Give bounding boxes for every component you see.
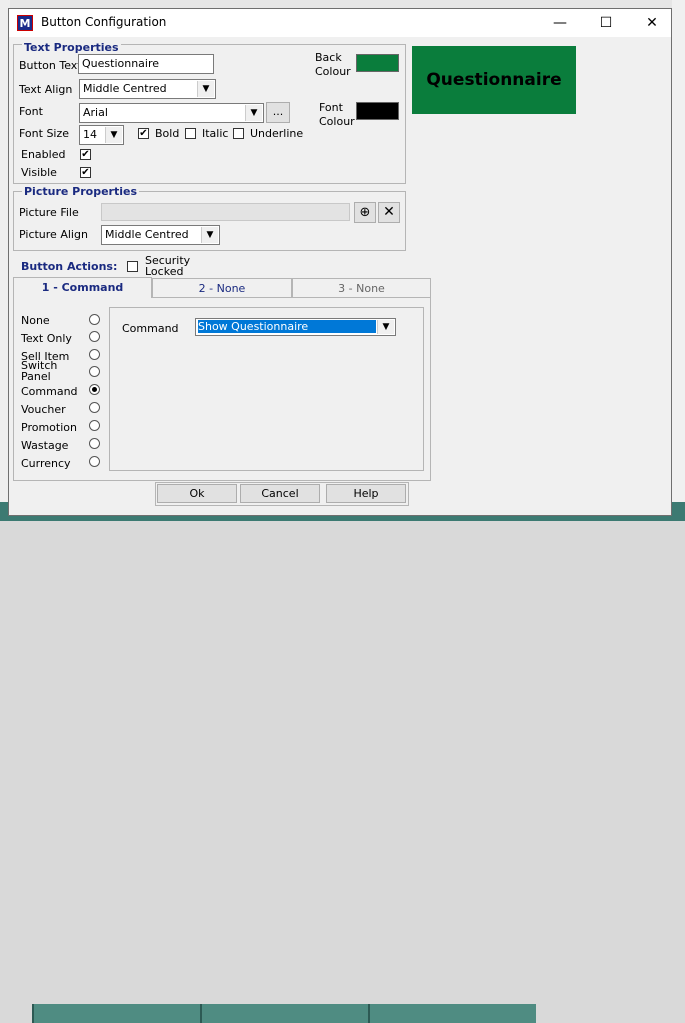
app-icon: M xyxy=(17,15,33,31)
underline-checkbox[interactable] xyxy=(233,128,244,139)
picture-properties-title: Picture Properties xyxy=(22,185,139,198)
font-size-label: Font Size xyxy=(19,127,70,140)
option-voucher-radio[interactable] xyxy=(89,402,100,413)
window-title: Button Configuration xyxy=(41,15,167,29)
chevron-down-icon: ▼ xyxy=(197,81,214,97)
security-locked-checkbox[interactable] xyxy=(127,261,138,272)
picture-file-label: Picture File xyxy=(19,206,79,219)
title-bar: M Button Configuration — ☐ ✕ xyxy=(9,9,671,37)
chevron-down-icon: ▼ xyxy=(377,320,394,334)
back-colour-swatch[interactable] xyxy=(356,54,399,72)
bold-checkbox[interactable]: ✔ xyxy=(138,128,149,139)
font-colour-label: Font Colour xyxy=(319,101,355,129)
option-sell-item-radio[interactable] xyxy=(89,349,100,360)
option-text-only-label: Text Only xyxy=(21,332,72,345)
option-wastage-radio[interactable] xyxy=(89,438,100,449)
chevron-down-icon: ▼ xyxy=(245,105,262,121)
visible-label: Visible xyxy=(21,166,57,179)
button-text-input[interactable]: Questionnaire xyxy=(78,54,214,74)
maximize-button[interactable]: ☐ xyxy=(583,9,629,37)
option-switch-panel-radio[interactable] xyxy=(89,366,100,377)
option-none-radio[interactable] xyxy=(89,314,100,325)
chevron-down-icon: ▼ xyxy=(105,127,122,143)
text-align-select[interactable]: Middle Centred ▼ xyxy=(79,79,216,99)
font-colour-label-line2: Colour xyxy=(319,115,355,128)
button-preview: Questionnaire xyxy=(412,46,576,114)
font-browse-button[interactable]: ... xyxy=(266,102,290,123)
enabled-label: Enabled xyxy=(21,148,66,161)
tab-3-none[interactable]: 3 - None xyxy=(292,278,431,298)
option-wastage-label: Wastage xyxy=(21,439,69,452)
picture-align-label: Picture Align xyxy=(19,228,88,241)
button-actions-label: Button Actions: xyxy=(21,260,118,273)
command-panel: Command Show Questionnaire ▼ xyxy=(109,307,424,471)
option-none-label: None xyxy=(21,314,50,327)
underline-label: Underline xyxy=(250,127,304,140)
back-colour-label-line2: Colour xyxy=(315,65,351,78)
chevron-down-icon: ▼ xyxy=(201,227,218,243)
browse-picture-button[interactable]: ⊕ xyxy=(354,202,376,223)
binoculars-icon: ⊕ xyxy=(359,205,371,220)
tab-1-command[interactable]: 1 - Command xyxy=(13,277,152,298)
background-tile-day-pass xyxy=(32,1004,200,1023)
bold-label: Bold xyxy=(155,127,180,140)
security-locked-label-line2: Locked xyxy=(145,265,184,278)
font-select[interactable]: Arial ▼ xyxy=(79,103,264,123)
close-icon: ✕ xyxy=(383,204,395,220)
back-colour-label-line1: Back xyxy=(315,51,342,64)
background-app-right-edge xyxy=(672,0,685,521)
picture-align-value: Middle Centred xyxy=(105,228,189,241)
font-value: Arial xyxy=(83,106,108,119)
action-type-options: None Text Only Sell Item Switch Panel Co… xyxy=(19,307,104,477)
font-colour-swatch[interactable] xyxy=(356,102,399,120)
option-command-label: Command xyxy=(21,385,78,398)
option-text-only-radio[interactable] xyxy=(89,331,100,342)
close-button[interactable]: ✕ xyxy=(629,9,675,37)
option-promotion-label: Promotion xyxy=(21,421,77,434)
italic-label: Italic xyxy=(202,127,229,140)
help-button[interactable]: Help xyxy=(326,484,406,503)
button-configuration-dialog: M Button Configuration — ☐ ✕ Text Proper… xyxy=(8,8,672,516)
security-locked-label: Security Locked xyxy=(145,255,190,277)
font-colour-label-line1: Font xyxy=(319,101,343,114)
picture-file-input[interactable] xyxy=(101,203,350,221)
ok-button[interactable]: Ok xyxy=(157,484,237,503)
background-tile-year-pass xyxy=(368,1004,536,1023)
back-colour-label: Back Colour xyxy=(315,51,351,79)
command-label: Command xyxy=(122,322,179,335)
option-switch-panel-label: Switch Panel xyxy=(21,359,58,383)
option-promotion-radio[interactable] xyxy=(89,420,100,431)
enabled-checkbox[interactable]: ✔ xyxy=(80,149,91,160)
minimize-button[interactable]: — xyxy=(537,9,583,37)
option-command-radio[interactable] xyxy=(89,384,100,395)
text-properties-title: Text Properties xyxy=(22,41,121,54)
option-voucher-label: Voucher xyxy=(21,403,66,416)
background-tile-month-pass xyxy=(200,1004,368,1023)
font-size-value: 14 xyxy=(83,128,97,141)
italic-checkbox[interactable] xyxy=(185,128,196,139)
text-align-value: Middle Centred xyxy=(83,82,167,95)
button-text-label: Button Text xyxy=(19,59,82,72)
clear-picture-button[interactable]: ✕ xyxy=(378,202,400,223)
command-value: Show Questionnaire xyxy=(198,320,376,333)
command-select[interactable]: Show Questionnaire ▼ xyxy=(195,318,396,336)
font-size-select[interactable]: 14 ▼ xyxy=(79,125,124,145)
option-currency-label: Currency xyxy=(21,457,71,470)
text-align-label: Text Align xyxy=(19,83,73,96)
cancel-button[interactable]: Cancel xyxy=(240,484,320,503)
tab-2-none[interactable]: 2 - None xyxy=(152,278,292,298)
picture-align-select[interactable]: Middle Centred ▼ xyxy=(101,225,220,245)
option-currency-radio[interactable] xyxy=(89,456,100,467)
font-label: Font xyxy=(19,105,43,118)
visible-checkbox[interactable]: ✔ xyxy=(80,167,91,178)
